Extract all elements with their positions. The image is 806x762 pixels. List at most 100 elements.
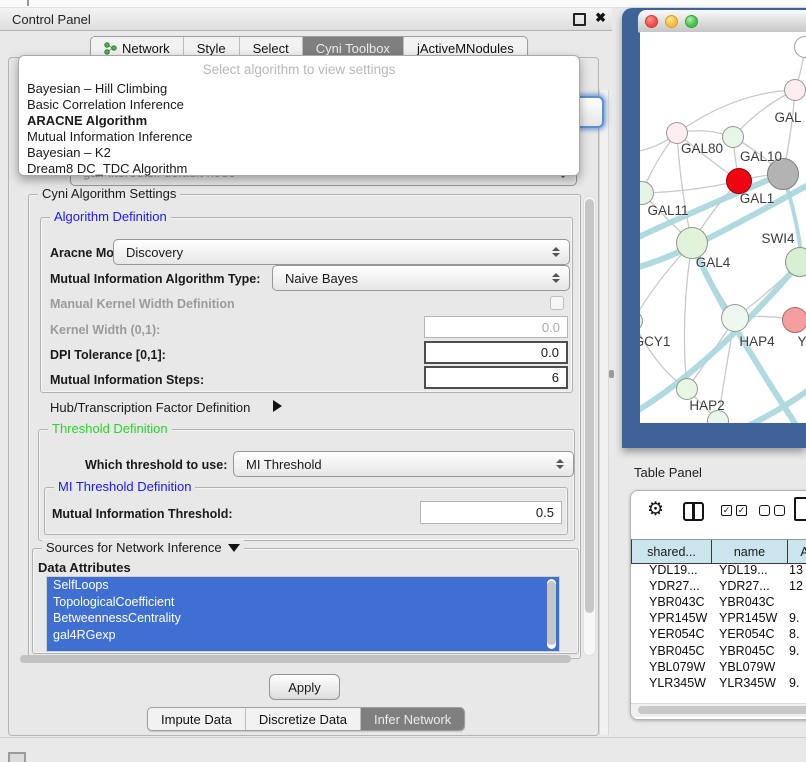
cell: YPR145W	[631, 611, 719, 625]
popup-item[interactable]: Bayesian – Hill Climbing	[19, 81, 579, 97]
table-row[interactable]: YBL079WYBL079W	[631, 659, 806, 675]
list-item[interactable]: gal4RGexp	[47, 627, 559, 644]
network-edges	[640, 32, 806, 423]
table-row[interactable]: YLR345WYLR345W9.	[631, 675, 806, 691]
select-all-checkbox-icon[interactable]: ✓	[721, 505, 732, 516]
tab-discretize-data[interactable]: Discretize Data	[245, 708, 360, 730]
table-row[interactable]: YDR27...YDR27...12	[631, 578, 806, 594]
kernel-width-label: Kernel Width (0,1):	[50, 323, 160, 337]
data-attributes-label: Data Attributes	[38, 560, 131, 575]
popup-item[interactable]: Dream8 DC_TDC Algorithm	[19, 161, 579, 177]
list-scrollbar[interactable]	[547, 579, 556, 649]
tab-select-label: Select	[253, 41, 289, 56]
settings-hscrollbar[interactable]	[20, 655, 577, 664]
zoom-traffic-light[interactable]	[685, 15, 698, 28]
kernel-width-field[interactable]: 0.0	[424, 316, 568, 338]
table-row[interactable]: YBR045CYBR045C9.	[631, 642, 806, 658]
minimize-traffic-light[interactable]	[665, 15, 678, 28]
deselect-checkbox-icon[interactable]	[759, 505, 770, 516]
tab-jactivemnodules-label: jActiveMNodules	[417, 41, 514, 56]
tab-impute-data-label: Impute Data	[161, 712, 232, 727]
tab-cyni-toolbox-label: Cyni Toolbox	[316, 41, 390, 56]
node-hap4[interactable]	[721, 304, 749, 332]
hub-definition-label[interactable]: Hub/Transcription Factor Definition	[50, 400, 250, 415]
cell: YBR045C	[631, 644, 719, 658]
which-threshold-combo[interactable]: MI Threshold	[233, 451, 574, 477]
float-window-icon[interactable]	[573, 13, 586, 26]
select-all-checkbox-icon[interactable]: ✓	[736, 505, 747, 516]
column-header-partial[interactable]: A	[788, 540, 806, 563]
table-row[interactable]: YDL19...YDL19...13	[631, 562, 806, 578]
mi-type-combo[interactable]: Naive Bayes	[272, 265, 570, 291]
cell: YBL079W	[631, 660, 719, 674]
apply-button[interactable]: Apply	[269, 674, 340, 700]
tab-style-label: Style	[197, 41, 226, 56]
dpi-tolerance-field[interactable]: 0.0	[424, 341, 568, 364]
combo-arrows-icon	[556, 459, 564, 469]
mi-steps-label: Mutual Information Steps:	[50, 373, 204, 387]
list-item[interactable]: BetweennessCentrality	[47, 610, 559, 627]
algorithm-definition-title: Algorithm Definition	[50, 209, 171, 224]
mi-threshold-group-title: MI Threshold Definition	[54, 479, 195, 494]
table-row[interactable]: YER054CYER054C8.	[631, 626, 806, 642]
mi-threshold-field[interactable]: 0.5	[420, 501, 562, 524]
panel-scrollbar-track[interactable]	[599, 90, 609, 735]
tab-discretize-data-label: Discretize Data	[259, 712, 347, 727]
list-item[interactable]: SelfLoops	[47, 577, 559, 594]
gear-icon[interactable]: ⚙	[647, 498, 664, 521]
control-panel-titlebar[interactable]: Control Panel ✖	[0, 8, 612, 31]
cell: 9	[789, 692, 806, 694]
columns-icon[interactable]	[683, 502, 704, 521]
popup-item-highlighted[interactable]: ARACNE Algorithm	[19, 113, 579, 129]
cell: YDL19...	[631, 563, 719, 577]
popup-item[interactable]: Bayesian – K2	[19, 145, 579, 161]
column-header-name[interactable]: name	[712, 540, 788, 563]
tab-impute-data[interactable]: Impute Data	[148, 708, 245, 730]
node-label: GAL	[774, 110, 801, 125]
cell: 9.	[789, 611, 806, 625]
popup-prompt: Select algorithm to view settings	[19, 62, 579, 77]
node-label: GAL11	[647, 203, 688, 218]
network-window-titlebar[interactable]	[638, 10, 806, 33]
node-label: GAL1	[740, 191, 775, 206]
cell: YDR27...	[719, 579, 789, 593]
node[interactable]	[784, 79, 806, 101]
cell: 12	[789, 579, 806, 593]
hub-expander-arrow-icon[interactable]	[273, 400, 282, 412]
popup-item[interactable]: Mutual Information Inference	[19, 129, 579, 145]
table-header: shared... name A	[631, 539, 806, 564]
data-attributes-list: SelfLoops TopologicalCoefficient Between…	[46, 576, 560, 652]
mi-threshold-label: Mutual Information Threshold:	[52, 507, 233, 521]
table-row[interactable]: YPR145WYPR145W9.	[631, 610, 806, 626]
network-canvas[interactable]: GAL GAL80 GAL10 GAL1 GAL11 SWI4 GAL4 GCY…	[640, 32, 806, 423]
popup-item[interactable]: Basic Correlation Inference	[19, 97, 579, 113]
minimized-panel-icon[interactable]	[8, 752, 26, 762]
table-hscrollbar[interactable]	[631, 703, 806, 717]
list-item[interactable]: TopologicalCoefficient	[47, 594, 559, 611]
cell: YER054C	[631, 627, 719, 641]
node-salmon[interactable]	[782, 307, 806, 333]
manual-kernel-checkbox[interactable]	[550, 296, 564, 310]
mi-steps-field[interactable]: 6	[424, 366, 568, 389]
network-icon	[104, 42, 117, 55]
deselect-checkbox-icon[interactable]	[774, 505, 785, 516]
splitter-grip[interactable]	[609, 370, 614, 378]
close-traffic-light[interactable]	[645, 15, 658, 28]
table-row[interactable]: YIL052CYIL052C9	[631, 691, 806, 694]
tab-infer-network[interactable]: Infer Network	[360, 708, 464, 730]
list-item[interactable]	[47, 643, 559, 652]
document-icon[interactable]	[794, 497, 806, 521]
node-hap2[interactable]	[676, 378, 698, 400]
close-icon[interactable]: ✖	[595, 10, 606, 26]
node-label: HAP2	[689, 398, 724, 413]
table-row[interactable]: YBR043CYBR043C	[631, 594, 806, 610]
sources-collapse-arrow-icon[interactable]	[228, 544, 240, 552]
cell: 8.	[789, 627, 806, 641]
node-gal10[interactable]	[722, 126, 744, 148]
column-header-shared-name[interactable]: shared...	[632, 540, 712, 563]
aracne-mode-combo[interactable]: Discovery	[113, 239, 570, 265]
settings-vscrollbar[interactable]	[583, 196, 596, 656]
dpi-tolerance-value: 0.0	[541, 345, 559, 360]
network-window[interactable]: GAL GAL80 GAL10 GAL1 GAL11 SWI4 GAL4 GCY…	[622, 8, 806, 448]
apply-button-label: Apply	[288, 680, 321, 695]
